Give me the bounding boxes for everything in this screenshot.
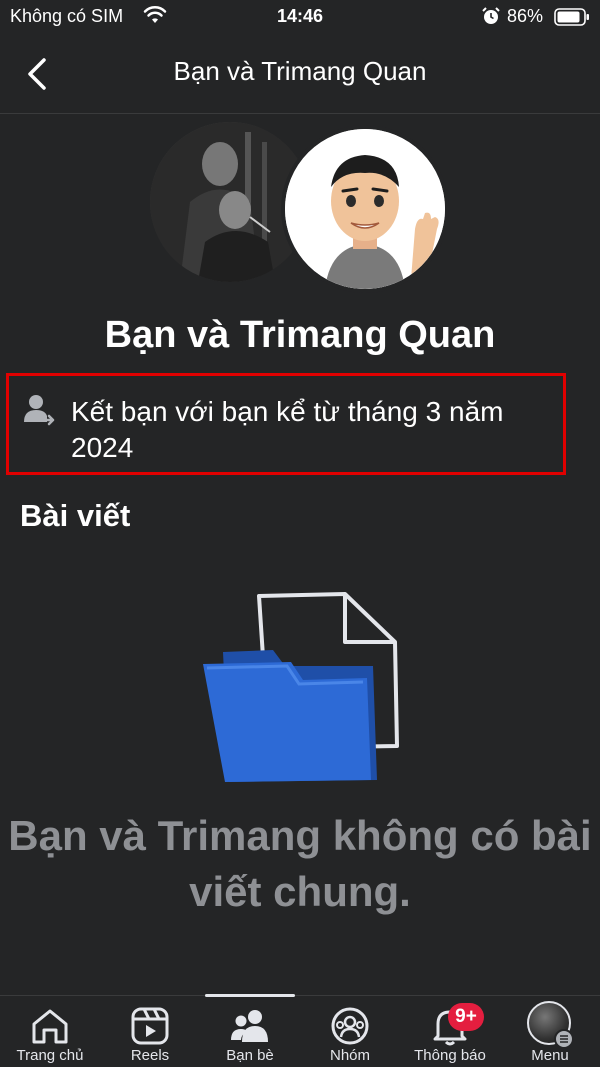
tab-notifications-label: Thông báo: [414, 1047, 486, 1064]
groups-icon: [331, 1007, 369, 1045]
menu-lines-icon: [554, 1029, 574, 1049]
posts-section-title: Bài viết: [20, 498, 131, 533]
tab-notifications[interactable]: Thông báo: [400, 996, 500, 1067]
friends-icon: [231, 1010, 268, 1042]
battery-percentage: 86%: [507, 6, 544, 26]
folder-document-icon: [203, 592, 399, 782]
battery-icon: [554, 8, 590, 31]
friend-since-row: Kết bạn với bạn kể từ tháng 3 năm 2024: [6, 373, 566, 475]
memoji-avatar: [285, 129, 445, 289]
empty-folder-illustration: [195, 590, 405, 795]
bottom-tab-bar: Trang chủ Reels Bạn bè Nhóm Thông báo Me…: [0, 994, 600, 1067]
tab-groups-label: Nhóm: [329, 1047, 370, 1064]
tab-friends[interactable]: Bạn bè: [200, 996, 300, 1067]
tab-home[interactable]: Trang chủ: [0, 996, 100, 1067]
friend-check-icon: [21, 392, 57, 433]
notification-badge: 9+: [448, 1003, 484, 1031]
status-bar: Không có SIM 14:46 86%: [0, 0, 600, 34]
friend-since-text: Kết bạn với bạn kể từ tháng 3 năm 2024: [71, 396, 504, 463]
tab-friends-label: Bạn bè: [226, 1047, 274, 1064]
tab-reels-label: Reels: [130, 1047, 170, 1064]
home-icon: [32, 1009, 68, 1044]
tab-reels[interactable]: Reels: [100, 996, 200, 1067]
alarm-icon: [481, 6, 501, 31]
tab-groups[interactable]: Nhóm: [300, 996, 400, 1067]
reels-icon: [131, 1007, 169, 1045]
page-title: Bạn và Trimang Quan: [104, 314, 496, 356]
empty-state-message: Bạn và Trimang không có bài viết chung.: [8, 812, 592, 915]
nav-bar: Bạn và Trimang Quan: [0, 34, 600, 114]
tab-home-label: Trang chủ: [16, 1047, 84, 1064]
nav-title: Bạn và Trimang Quan: [173, 56, 427, 86]
tab-menu-label: Menu: [531, 1047, 569, 1064]
user-avatar[interactable]: [281, 125, 449, 293]
